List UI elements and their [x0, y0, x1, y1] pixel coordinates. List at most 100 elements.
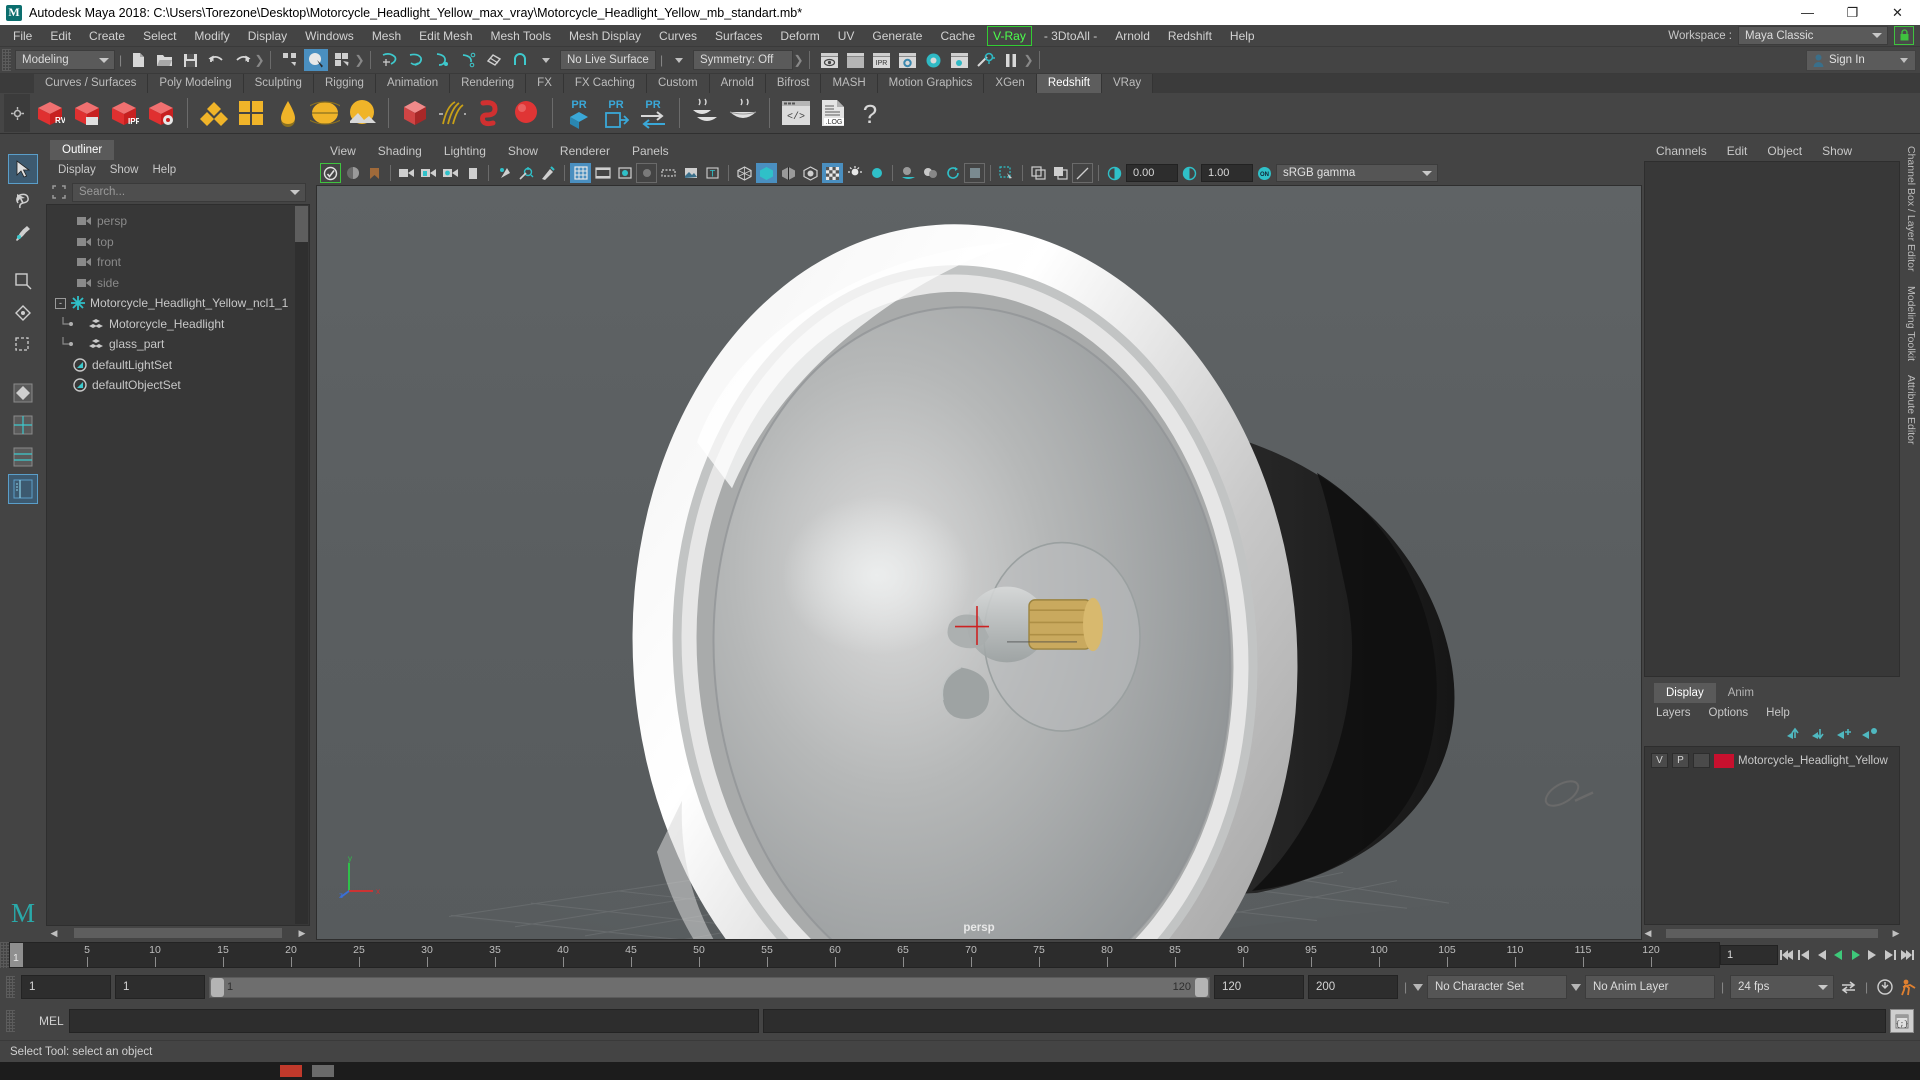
shelf-tab-bifrost[interactable]: Bifrost [765, 74, 822, 93]
range-slider-bar[interactable]: 1 120 [209, 976, 1210, 998]
xray-icon[interactable] [538, 163, 559, 183]
mel-label[interactable]: MEL [21, 1014, 65, 1028]
redshift-light-icon[interactable] [271, 96, 305, 130]
film-gate-icon[interactable] [592, 163, 613, 183]
sign-in-button[interactable]: Sign In [1806, 49, 1916, 71]
layer-playback-toggle[interactable]: P [1672, 753, 1689, 768]
edge-tab-attribute-editor[interactable]: Attribute Editor [1905, 375, 1917, 444]
open-scene-icon[interactable] [152, 49, 176, 71]
redshift-environment-icon[interactable] [345, 96, 379, 130]
redshift-texture-icon[interactable] [234, 96, 268, 130]
gamma-icon[interactable] [1179, 163, 1200, 183]
layout-single-icon[interactable] [8, 378, 38, 408]
redshift-ipr-icon[interactable]: IPR [107, 96, 141, 130]
snap-view-plane-icon[interactable] [482, 49, 506, 71]
redshift-render-settings-icon[interactable] [144, 96, 178, 130]
menu-item-mesh-display[interactable]: Mesh Display [560, 26, 650, 46]
layout-outliner-persp-icon[interactable] [8, 474, 38, 504]
redshift-render-view-icon[interactable]: RV [33, 96, 67, 130]
menuset-select[interactable]: Modeling [15, 50, 115, 70]
outliner-vertical-scrollbar[interactable] [295, 206, 308, 924]
image-plane-display-icon[interactable] [680, 163, 701, 183]
channelbox-menu-object[interactable]: Object [1767, 144, 1802, 158]
outliner-item-persp[interactable]: persp [47, 211, 309, 232]
time-slider[interactable]: 1 5 10 15 20 25 30 35 40 45 50 55 60 65 … [9, 942, 1720, 968]
select-object-icon[interactable] [304, 49, 328, 71]
select-hierarchy-icon[interactable] [278, 49, 302, 71]
light-editor-icon[interactable] [973, 49, 997, 71]
fps-select[interactable]: 24 fps [1730, 975, 1834, 999]
outliner-item-front[interactable]: front [47, 252, 309, 273]
scroll-left-icon[interactable]: ◀ [48, 927, 60, 939]
layout-four-pane-icon[interactable] [8, 442, 38, 472]
film-gate-display-icon[interactable] [658, 163, 679, 183]
resolution-gate-icon[interactable] [614, 163, 635, 183]
outliner-menu-show[interactable]: Show [110, 164, 139, 176]
command-result-field[interactable] [763, 1009, 1886, 1033]
playback-start-input[interactable]: 1 [115, 975, 205, 999]
workspace-lock-button[interactable] [1894, 26, 1914, 45]
pr-export-icon[interactable]: PR [599, 96, 633, 130]
menu-item-surfaces[interactable]: Surfaces [706, 26, 771, 46]
render-current-frame-icon[interactable] [843, 49, 867, 71]
menu-item-windows[interactable]: Windows [296, 26, 363, 46]
menu-item-edit-mesh[interactable]: Edit Mesh [410, 26, 481, 46]
script-editor-button[interactable]: {;} [1890, 1009, 1914, 1033]
use-all-lights-icon[interactable] [866, 163, 887, 183]
anim-layer-dropdown-icon[interactable] [1571, 983, 1581, 991]
symmetry-field[interactable]: Symmetry: Off [693, 50, 793, 70]
collapse-expander-icon[interactable]: - [55, 297, 66, 309]
layer-visibility-toggle[interactable]: V [1651, 753, 1668, 768]
maximize-icon[interactable]: ❐ [1830, 0, 1875, 25]
menu-item-generate[interactable]: Generate [863, 26, 931, 46]
select-component-icon[interactable] [330, 49, 354, 71]
edge-tab-modeling-toolkit[interactable]: Modeling Toolkit [1905, 286, 1917, 361]
layers-menu-layers[interactable]: Layers [1656, 707, 1691, 719]
range-slider-grip[interactable] [6, 976, 15, 998]
shelf-tab-arnold[interactable]: Arnold [709, 74, 766, 93]
scrollbar-thumb[interactable] [295, 206, 308, 242]
go-to-start-icon[interactable] [1780, 945, 1795, 965]
render-settings-icon[interactable] [895, 49, 919, 71]
layer-tab-display[interactable]: Display [1654, 683, 1716, 703]
outliner-item-top[interactable]: top [47, 232, 309, 253]
menu-item-cache[interactable]: Cache [931, 26, 984, 46]
layers-menu-options[interactable]: Options [1709, 707, 1749, 719]
redshift-render-sequence-icon[interactable] [70, 96, 104, 130]
expand-selection-icon[interactable] [50, 183, 68, 201]
gamma-input[interactable]: 1.00 [1201, 164, 1253, 182]
range-end-handle[interactable] [1195, 977, 1208, 997]
ipr-render-icon[interactable]: IPR [869, 49, 893, 71]
ambient-occlusion-icon[interactable] [920, 163, 941, 183]
outliner-item-default-object-set[interactable]: defaultObjectSet [47, 375, 309, 396]
text-display-icon[interactable]: T [702, 163, 723, 183]
layer-tab-anim[interactable]: Anim [1715, 683, 1766, 703]
rotate-tool-icon[interactable] [8, 298, 38, 328]
command-line-grip[interactable] [6, 1010, 15, 1032]
smooth-shading-icon[interactable] [756, 163, 777, 183]
render-view-icon[interactable] [817, 49, 841, 71]
workspace-select[interactable]: Maya Classic [1738, 26, 1888, 45]
shadows-icon[interactable] [898, 163, 919, 183]
redshift-dome-light-icon[interactable] [308, 96, 342, 130]
menu-item-redshift[interactable]: Redshift [1159, 26, 1221, 46]
menu-item-display[interactable]: Display [239, 26, 296, 46]
pause-render-icon[interactable] [999, 49, 1023, 71]
scale-tool-icon[interactable] [8, 330, 38, 360]
snap-magnet-icon[interactable] [508, 49, 532, 71]
menu-item-deform[interactable]: Deform [771, 26, 828, 46]
scroll-right-icon[interactable]: ▶ [296, 927, 308, 939]
loop-playback-icon[interactable] [1838, 977, 1859, 997]
current-frame-input[interactable]: 1 [1720, 945, 1778, 965]
shelf-tab-rendering[interactable]: Rendering [450, 74, 527, 93]
outliner-horizontal-scrollbar[interactable]: ◀ ▶ [46, 926, 310, 940]
redshift-proxy-icon[interactable] [398, 96, 432, 130]
live-surface-field[interactable]: No Live Surface [560, 50, 656, 70]
shelf-tab-animation[interactable]: Animation [375, 74, 451, 93]
viewport-menu-shading[interactable]: Shading [378, 144, 422, 158]
play-forwards-icon[interactable] [1848, 945, 1863, 965]
menu-item-edit[interactable]: Edit [41, 26, 80, 46]
time-slider-grip[interactable] [0, 942, 9, 968]
step-forward-frame-icon[interactable] [1865, 945, 1880, 965]
gate-mask-icon[interactable] [636, 163, 657, 183]
